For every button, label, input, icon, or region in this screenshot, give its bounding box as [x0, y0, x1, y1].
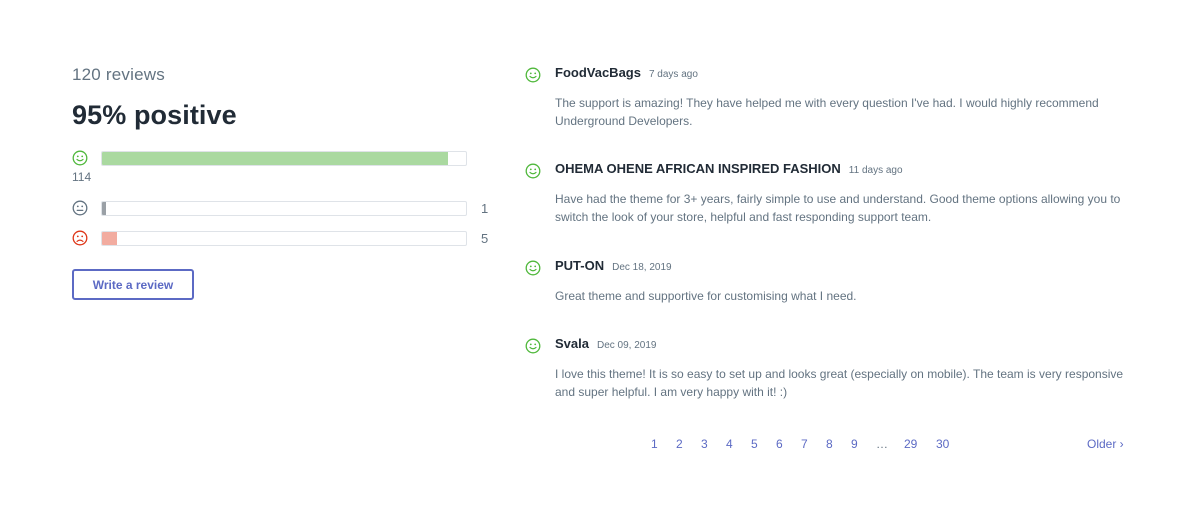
page-link-9[interactable]: 9: [851, 436, 858, 452]
review-text: Great theme and supportive for customisi…: [555, 289, 857, 303]
smile-icon: [72, 150, 88, 166]
neutral-bar: [101, 201, 467, 216]
review-date: 7 days ago: [648, 69, 698, 80]
smile-icon: [525, 163, 541, 179]
page-link-3[interactable]: 3: [701, 436, 708, 452]
smile-icon: [525, 338, 541, 354]
rating-row-positive: [72, 148, 502, 168]
neutral-bar-fill: [102, 202, 106, 215]
negative-bar: [101, 231, 467, 246]
page-link-6[interactable]: 6: [776, 436, 783, 452]
rating-row-negative: 5: [72, 228, 502, 248]
reviewer-name: PUT-ON: [555, 258, 605, 273]
pagination-ellipsis: …: [876, 437, 888, 451]
write-review-button[interactable]: Write a review: [72, 269, 194, 300]
review-date: Dec 18, 2019: [612, 262, 672, 273]
positive-bar-fill: [102, 152, 448, 165]
page-link-29[interactable]: 29: [904, 436, 917, 452]
rating-row-neutral: 1: [72, 198, 502, 218]
review-date: 11 days ago: [848, 165, 903, 176]
negative-count: 5: [481, 231, 489, 246]
neutral-count: 1: [481, 201, 489, 216]
review-count: 120 reviews: [72, 65, 165, 84]
negative-bar-fill: [102, 232, 117, 245]
page-link-8[interactable]: 8: [826, 436, 833, 452]
review-header: FoodVacBags 7 days ago: [555, 64, 698, 84]
frown-icon: [72, 230, 88, 246]
neutral-face-icon: [72, 200, 88, 216]
review-header: OHEMA OHENE AFRICAN INSPIRED FASHION 11 d…: [555, 160, 903, 180]
page-link-1[interactable]: 1: [651, 436, 658, 452]
reviews-page: 120 reviews 95% positive 114 1 5 Write a…: [0, 0, 1200, 520]
reviewer-name: OHEMA OHENE AFRICAN INSPIRED FASHION: [555, 161, 841, 176]
review-text: Have had the theme for 3+ years, fairly …: [555, 192, 1121, 224]
reviewer-name: FoodVacBags: [555, 65, 641, 80]
page-link-5[interactable]: 5: [751, 436, 758, 452]
review-date: Dec 09, 2019: [596, 340, 657, 351]
smile-icon: [525, 260, 541, 276]
older-reviews-link[interactable]: Older ›: [1087, 436, 1124, 452]
page-link-2[interactable]: 2: [676, 436, 683, 452]
reviews-summary: 120 reviews 95% positive 114 1 5 Write a…: [72, 62, 502, 300]
review-text: I love this theme! It is so easy to set …: [555, 367, 1124, 399]
review-header: PUT-ON Dec 18, 2019: [555, 257, 672, 277]
smile-icon: [525, 67, 541, 83]
page-link-7[interactable]: 7: [801, 436, 808, 452]
review-text: The support is amazing! They have helped…: [555, 96, 1099, 128]
positive-count: 114: [72, 170, 92, 184]
page-link-4[interactable]: 4: [726, 436, 733, 452]
review-header: Svala Dec 09, 2019: [555, 335, 656, 355]
reviewer-name: Svala: [555, 336, 589, 351]
positive-percent: 95% positive: [72, 100, 237, 130]
positive-bar: [101, 151, 467, 166]
page-link-30[interactable]: 30: [936, 436, 949, 452]
